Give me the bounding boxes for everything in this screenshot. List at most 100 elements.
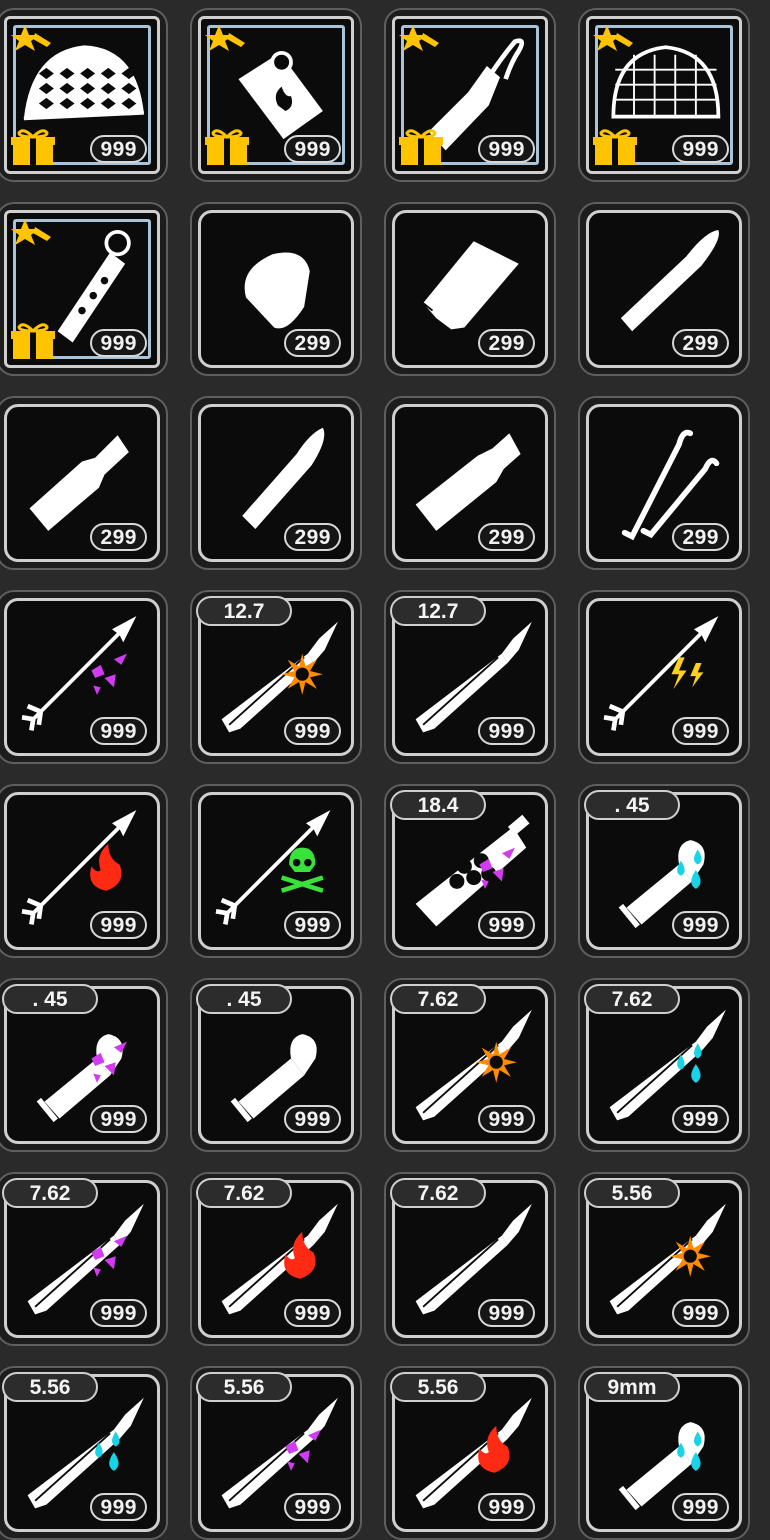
inventory-slot-net-dome-trap[interactable]: 999 bbox=[578, 8, 750, 182]
inventory-slot-rifle-round[interactable]: 999 7.62 bbox=[0, 1172, 168, 1346]
item-count-badge: 999 bbox=[284, 717, 341, 745]
inventory-slot-rifle-round[interactable]: 999 12.7 bbox=[190, 590, 362, 764]
slot-frame: 999 bbox=[586, 598, 742, 756]
inventory-slot-shotgun-shell[interactable]: 999 18.4 bbox=[384, 784, 556, 958]
slot-frame: 299 bbox=[4, 404, 160, 562]
slot-frame: 999 bbox=[586, 16, 742, 174]
item-count-badge: 999 bbox=[672, 1493, 729, 1521]
inventory-slot-arrow[interactable]: 999 bbox=[190, 784, 362, 958]
item-count-badge: 299 bbox=[284, 329, 341, 357]
item-count-badge: 999 bbox=[284, 1299, 341, 1327]
inventory-slot-round-bullet[interactable]: 299 bbox=[190, 202, 362, 376]
item-count-badge: 999 bbox=[90, 135, 147, 163]
slot-frame: 999 bbox=[198, 792, 354, 950]
gift-icon bbox=[11, 323, 55, 359]
slot-frame: 999 bbox=[198, 16, 354, 174]
item-count-badge: 999 bbox=[284, 1105, 341, 1133]
inventory-slot-slim-bullet[interactable]: 299 bbox=[190, 396, 362, 570]
inventory-slot-rifle-round[interactable]: 999 5.56 bbox=[578, 1172, 750, 1346]
inventory-slot-rifle-round[interactable]: 999 7.62 bbox=[384, 1172, 556, 1346]
explosive-effect-icon bbox=[475, 1041, 517, 1083]
slot-frame: 299 bbox=[392, 404, 548, 562]
item-count-badge: 999 bbox=[478, 717, 535, 745]
inventory-slot-smoke-grenade[interactable]: 999 bbox=[0, 202, 168, 376]
item-count-badge: 299 bbox=[672, 329, 729, 357]
caliber-label: 18.4 bbox=[390, 790, 486, 820]
gift-icon bbox=[205, 129, 249, 165]
inventory-slot-rifle-round[interactable]: 999 7.62 bbox=[190, 1172, 362, 1346]
caliber-label: 5.56 bbox=[584, 1178, 680, 1208]
inventory-slot-rifle-round[interactable]: 999 12.7 bbox=[384, 590, 556, 764]
new-star-icon bbox=[593, 25, 633, 51]
explosive-effect-icon bbox=[669, 1235, 711, 1277]
item-count-badge: 999 bbox=[672, 1299, 729, 1327]
item-count-badge: 999 bbox=[90, 717, 147, 745]
inventory-slot-rifle-round[interactable]: 999 7.62 bbox=[384, 978, 556, 1152]
caliber-label: 5.56 bbox=[2, 1372, 98, 1402]
item-count-badge: 999 bbox=[284, 911, 341, 939]
gift-icon bbox=[11, 129, 55, 165]
item-count-badge: 999 bbox=[90, 1493, 147, 1521]
item-count-badge: 999 bbox=[478, 135, 535, 163]
item-count-badge: 999 bbox=[284, 135, 341, 163]
item-count-badge: 999 bbox=[90, 1105, 147, 1133]
inventory-slot-wide-cartridge[interactable]: 299 bbox=[384, 202, 556, 376]
caliber-label: 5.56 bbox=[390, 1372, 486, 1402]
item-count-badge: 999 bbox=[478, 1299, 535, 1327]
explosive-effect-icon bbox=[281, 653, 323, 695]
inventory-slot-pointed-bullet[interactable]: 299 bbox=[578, 202, 750, 376]
inventory-slot-fire-canister[interactable]: 999 bbox=[190, 8, 362, 182]
caliber-label: 5.56 bbox=[196, 1372, 292, 1402]
slot-frame: 299 bbox=[586, 404, 742, 562]
item-count-badge: 299 bbox=[478, 523, 535, 551]
inventory-slot-molotov[interactable]: 999 bbox=[384, 8, 556, 182]
inventory-slot-large-cartridge[interactable]: 299 bbox=[384, 396, 556, 570]
item-count-badge: 999 bbox=[672, 717, 729, 745]
item-count-badge: 299 bbox=[672, 523, 729, 551]
inventory-slot-pistol-round[interactable]: 999 . 45 bbox=[190, 978, 362, 1152]
caliber-label: . 45 bbox=[2, 984, 98, 1014]
caliber-label: 9mm bbox=[584, 1372, 680, 1402]
inventory-slot-bottleneck-cartridge[interactable]: 299 bbox=[0, 396, 168, 570]
inventory-grid: 999 999 999 999 999 299 299 299 299 299 299 299 999 9… bbox=[0, 0, 770, 1540]
item-count-badge: 999 bbox=[90, 1299, 147, 1327]
item-count-badge: 999 bbox=[90, 911, 147, 939]
inventory-slot-rifle-round[interactable]: 999 5.56 bbox=[190, 1366, 362, 1540]
slot-frame: 299 bbox=[198, 404, 354, 562]
item-count-badge: 299 bbox=[284, 523, 341, 551]
slot-frame: 299 bbox=[392, 210, 548, 368]
caliber-label: 12.7 bbox=[196, 596, 292, 626]
item-count-badge: 999 bbox=[672, 135, 729, 163]
caliber-label: 7.62 bbox=[196, 1178, 292, 1208]
slot-frame: 999 bbox=[4, 16, 160, 174]
inventory-slot-rifle-round[interactable]: 999 5.56 bbox=[0, 1366, 168, 1540]
inventory-slot-rifle-round[interactable]: 999 7.62 bbox=[578, 978, 750, 1152]
inventory-slot-rifle-round[interactable]: 999 5.56 bbox=[384, 1366, 556, 1540]
inventory-slot-arrow[interactable]: 999 bbox=[0, 590, 168, 764]
gift-icon bbox=[399, 129, 443, 165]
inventory-slot-pistol-round[interactable]: 999 . 45 bbox=[578, 784, 750, 958]
slot-frame: 999 bbox=[392, 16, 548, 174]
slot-frame: 999 bbox=[4, 792, 160, 950]
inventory-slot-arrow[interactable]: 999 bbox=[578, 590, 750, 764]
item-count-badge: 999 bbox=[478, 1105, 535, 1133]
item-count-badge: 999 bbox=[478, 1493, 535, 1521]
shatter-effect-icon bbox=[91, 653, 127, 695]
new-star-icon bbox=[205, 25, 245, 51]
electric-effect-icon bbox=[671, 657, 704, 690]
new-star-icon bbox=[11, 219, 51, 245]
item-count-badge: 299 bbox=[90, 523, 147, 551]
inventory-slot-turtle-shell-net[interactable]: 999 bbox=[0, 8, 168, 182]
slot-frame: 999 bbox=[4, 210, 160, 368]
inventory-slot-arrow[interactable]: 999 bbox=[0, 784, 168, 958]
inventory-slot-pistol-round[interactable]: 999 . 45 bbox=[0, 978, 168, 1152]
inventory-slot-lockpicks[interactable]: 299 bbox=[578, 396, 750, 570]
caliber-label: 7.62 bbox=[584, 984, 680, 1014]
caliber-label: 7.62 bbox=[2, 1178, 98, 1208]
item-count-badge: 999 bbox=[672, 911, 729, 939]
item-count-badge: 999 bbox=[672, 1105, 729, 1133]
inventory-slot-pistol-round[interactable]: 999 9mm bbox=[578, 1366, 750, 1540]
new-star-icon bbox=[11, 25, 51, 51]
slot-frame: 299 bbox=[586, 210, 742, 368]
item-count-badge: 999 bbox=[284, 1493, 341, 1521]
